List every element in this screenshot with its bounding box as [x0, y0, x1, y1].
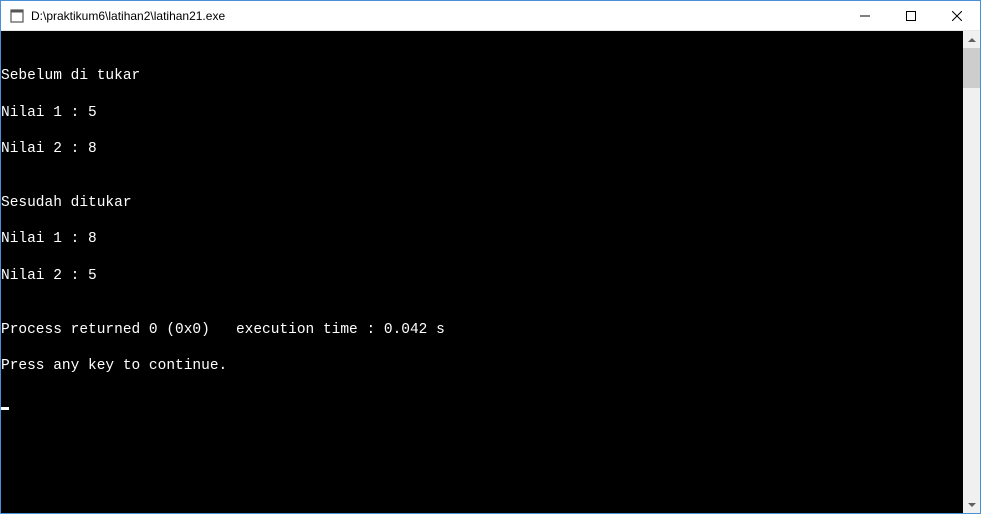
console-output[interactable]: Sebelum di tukar Nilai 1 : 5 Nilai 2 : 8…: [1, 31, 963, 513]
console-wrapper: Sebelum di tukar Nilai 1 : 5 Nilai 2 : 8…: [1, 31, 980, 513]
console-line: Sesudah ditukar: [1, 194, 963, 212]
vertical-scrollbar[interactable]: [963, 31, 980, 513]
scroll-up-arrow-icon[interactable]: [963, 31, 980, 48]
console-line: Nilai 1 : 8: [1, 230, 963, 248]
window-title: D:\praktikum6\latihan2\latihan21.exe: [31, 9, 842, 23]
titlebar[interactable]: D:\praktikum6\latihan2\latihan21.exe: [1, 1, 980, 31]
app-icon: [9, 8, 25, 24]
cursor: [1, 407, 9, 410]
console-line: Press any key to continue.: [1, 357, 963, 375]
console-line: Nilai 2 : 5: [1, 267, 963, 285]
console-line: Process returned 0 (0x0) execution time …: [1, 321, 963, 339]
console-line: Sebelum di tukar: [1, 67, 963, 85]
close-button[interactable]: [934, 1, 980, 30]
window-controls: [842, 1, 980, 30]
maximize-button[interactable]: [888, 1, 934, 30]
minimize-button[interactable]: [842, 1, 888, 30]
scroll-thumb[interactable]: [963, 48, 980, 88]
scroll-down-arrow-icon[interactable]: [963, 496, 980, 513]
console-line: Nilai 2 : 8: [1, 140, 963, 158]
console-line: Nilai 1 : 5: [1, 104, 963, 122]
